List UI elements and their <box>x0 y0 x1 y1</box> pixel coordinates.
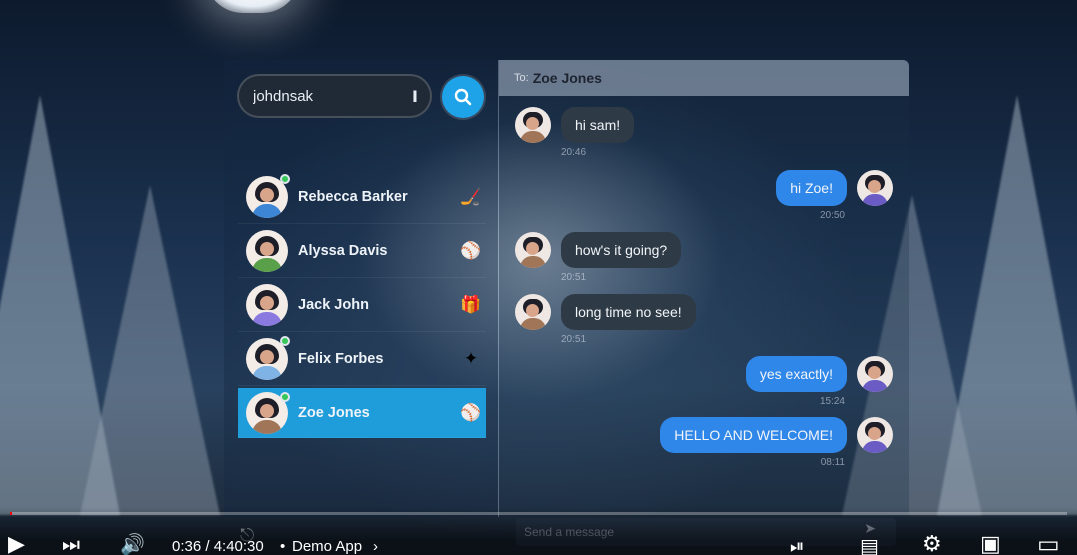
incoming-message: how's it going? 20:51 <box>515 232 682 283</box>
chevron-right-icon[interactable]: › <box>373 538 378 555</box>
message-time: 20:51 <box>561 334 587 345</box>
avatar <box>857 170 893 206</box>
message-time: 15:24 <box>819 396 845 407</box>
search-input[interactable] <box>253 87 403 105</box>
contact-list: Rebecca Barker 🏒 Alyssa Davis ⚾ Jack John 🎁 Fe… <box>238 170 486 438</box>
next-icon[interactable]: ⏭ <box>62 532 80 555</box>
gift-icon: 🎁 <box>460 294 482 315</box>
progress-bar[interactable] <box>10 512 1067 515</box>
online-status-dot <box>280 336 290 346</box>
avatar <box>515 294 551 330</box>
avatar <box>515 232 551 268</box>
search-box[interactable]: I <box>237 74 432 118</box>
contact-item[interactable]: Jack John 🎁 <box>238 278 486 332</box>
chat-app: I Rebecca Barker 🏒 Alyssa Davis ⚾ Jack John 🎁… <box>224 60 909 517</box>
settings-gear-icon[interactable]: ⚙ <box>922 532 942 555</box>
message-bubble: yes exactly! <box>745 356 847 392</box>
play-icon[interactable]: ▶ <box>8 532 25 555</box>
online-status-dot <box>280 392 290 402</box>
outgoing-message: hi Zoe! 20:50 <box>776 170 893 221</box>
chapter-separator: • <box>280 538 286 555</box>
progress-fill <box>10 512 13 515</box>
hockey-stick-icon: 🏒 <box>460 186 482 207</box>
text-cursor-icon: I <box>412 87 418 106</box>
outgoing-message: HELLO AND WELCOME! 08:11 <box>660 417 893 468</box>
recipient-header: To: Zoe Jones <box>499 60 909 96</box>
message-time: 20:46 <box>561 147 587 158</box>
message-time: 08:11 <box>820 457 845 468</box>
contact-name: Zoe Jones <box>298 404 370 421</box>
search-icon <box>454 88 472 106</box>
message-bubble: long time no see! <box>561 294 696 330</box>
contact-name: Alyssa Davis <box>298 242 388 259</box>
subtitles-icon[interactable]: ▤ <box>860 534 879 555</box>
message-time: 20:51 <box>561 272 587 283</box>
message-bubble: HELLO AND WELCOME! <box>660 417 847 453</box>
volume-icon[interactable]: 🔊 <box>120 532 145 555</box>
avatar <box>515 107 551 143</box>
contacts-pane: I Rebecca Barker 🏒 Alyssa Davis ⚾ Jack John 🎁… <box>224 60 498 517</box>
message-bubble: hi Zoe! <box>776 170 847 206</box>
recipient-name: Zoe Jones <box>532 70 602 86</box>
theater-mode-icon[interactable]: ▭ <box>1037 530 1060 555</box>
message-bubble: hi sam! <box>561 107 635 143</box>
message-bubble: how's it going? <box>561 232 682 268</box>
contact-item[interactable]: Alyssa Davis ⚾ <box>238 224 486 278</box>
contact-item[interactable]: Zoe Jones ⚾ <box>238 388 486 438</box>
moon-decoration <box>205 0 300 13</box>
message-time: 20:50 <box>819 210 845 221</box>
contact-item[interactable]: Rebecca Barker 🏒 <box>238 170 486 224</box>
contact-name: Jack John <box>298 296 369 313</box>
avatar <box>246 283 288 326</box>
baseball-icon: ⚾ <box>460 402 482 423</box>
conversation-pane: To: Zoe Jones hi sam! 20:46 hi Zoe! 20:50 ho… <box>499 60 909 517</box>
playback-time: 0:36 / 4:40:30 <box>172 538 264 555</box>
search-button[interactable] <box>442 76 484 118</box>
baseball-icon: ⚾ <box>460 240 482 261</box>
online-status-dot <box>280 174 290 184</box>
miniplayer-icon[interactable]: ▣ <box>980 532 1001 555</box>
contact-name: Rebecca Barker <box>298 188 408 205</box>
contact-name: Felix Forbes <box>298 350 384 367</box>
outgoing-message: yes exactly! 15:24 <box>745 356 893 407</box>
incoming-message: hi sam! 20:46 <box>515 107 635 158</box>
snow-tree-left-2 <box>80 185 220 515</box>
incoming-message: long time no see! 20:51 <box>515 294 696 345</box>
contact-item[interactable]: Felix Forbes ✦ <box>238 332 486 386</box>
avatar <box>857 356 893 392</box>
avatar <box>857 417 893 453</box>
autoplay-toggle-icon[interactable]: ⏯ <box>790 536 804 555</box>
avatar <box>246 229 288 272</box>
gingerbread-icon: ✦ <box>463 348 479 369</box>
to-label: To: <box>514 72 529 84</box>
chapter-title[interactable]: Demo App <box>292 538 362 555</box>
